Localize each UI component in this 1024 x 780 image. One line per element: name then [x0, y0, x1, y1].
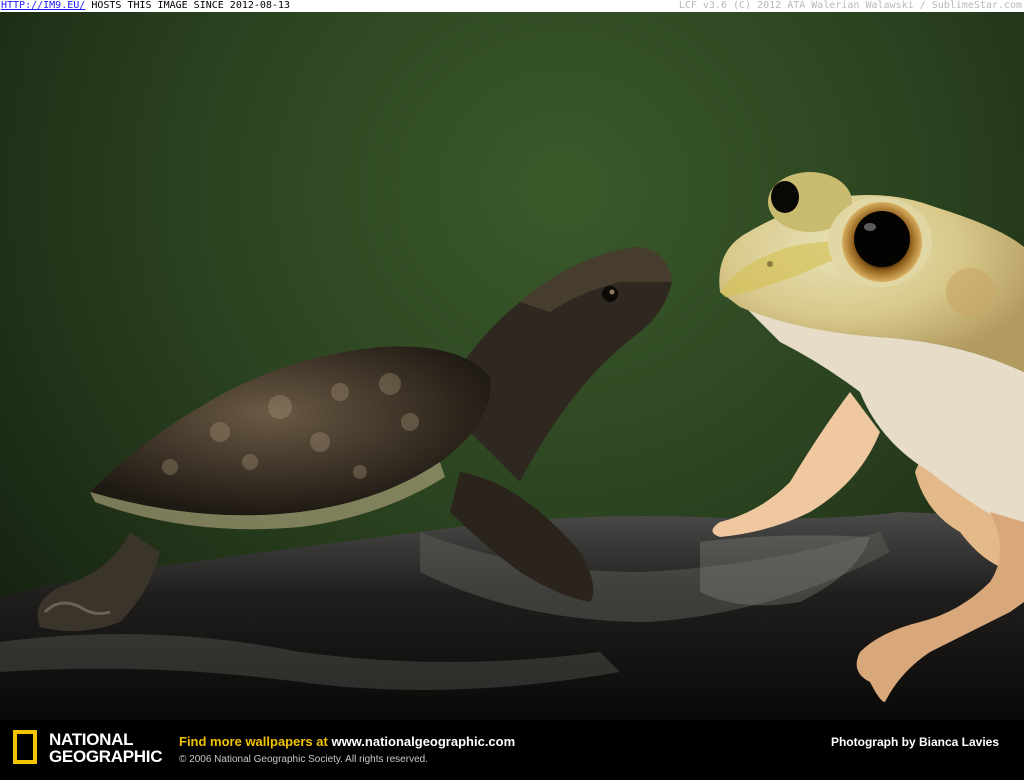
watermark-left: HTTP://IM9.EU/ HOSTS THIS IMAGE SINCE 20…	[1, 0, 290, 12]
copyright-text: © 2006 National Geographic Society. All …	[179, 754, 428, 765]
watermark-bar: HTTP://IM9.EU/ HOSTS THIS IMAGE SINCE 20…	[0, 0, 1024, 12]
ng-logo: NATIONAL GEOGRAPHIC	[49, 731, 162, 765]
find-more-text: Find more wallpapers at	[179, 734, 328, 749]
ng-yellow-frame-icon	[13, 730, 37, 764]
hosts-text: HOSTS THIS IMAGE SINCE 2012-08-13	[91, 0, 291, 11]
watermark-credit: LCF v3.6 (C) 2012 ATA Walerian Walawski …	[678, 0, 1022, 11]
photo-illustration	[0, 172, 1024, 720]
host-link[interactable]: HTTP://IM9.EU/	[1, 0, 85, 11]
turtle-eye	[602, 286, 618, 302]
logo-line1: NATIONAL	[49, 730, 134, 749]
photo-credit: Photograph by Bianca Lavies	[830, 735, 999, 749]
find-more: Find more wallpapers at www.nationalgeog…	[179, 734, 515, 749]
wallpaper-photo	[0, 12, 1024, 720]
footer-bar: NATIONAL GEOGRAPHIC Find more wallpapers…	[0, 720, 1024, 780]
website-link[interactable]: www.nationalgeographic.com	[331, 734, 515, 749]
logo-line2: GEOGRAPHIC	[49, 747, 163, 766]
